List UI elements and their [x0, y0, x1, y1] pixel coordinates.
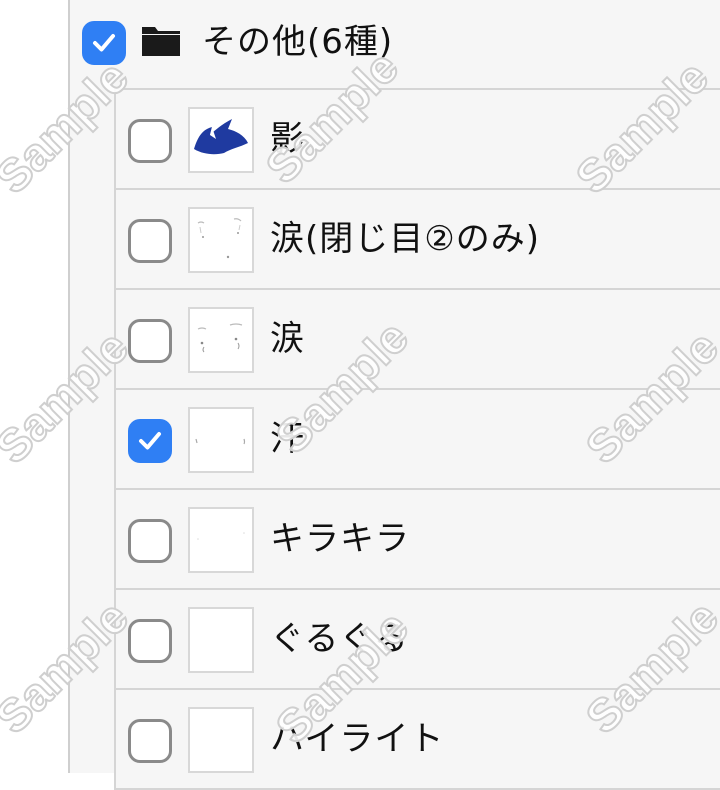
layer-thumbnail-tears — [188, 307, 254, 373]
layer-thumbnail-tears-closed — [188, 207, 254, 273]
layer-label: ぐるぐる — [270, 619, 409, 659]
layer-row-sweat[interactable]: 汗 — [116, 390, 720, 490]
layer-row-shadow[interactable]: 影 — [116, 90, 720, 190]
layer-label: ハイライト — [270, 719, 445, 759]
layer-thumbnail-shadow — [188, 107, 254, 173]
layer-row-highlight[interactable]: ハイライト — [116, 690, 720, 790]
layer-thumbnail-highlight — [188, 707, 254, 773]
checkmark-icon — [139, 432, 161, 450]
layer-visibility-checkbox[interactable] — [128, 119, 172, 163]
folder-row-sonota[interactable]: その他(6種) — [70, 0, 720, 88]
layer-visibility-checkbox[interactable] — [128, 619, 172, 663]
layer-visibility-checkbox[interactable] — [128, 719, 172, 763]
layer-visibility-checkbox[interactable] — [128, 419, 172, 463]
layer-visibility-checkbox[interactable] — [128, 519, 172, 563]
layer-list: 影 涙(閉じ目②のみ) 涙 汗 キラキラ ぐるぐる ハイライト — [114, 88, 720, 790]
folder-label: その他(6種) — [202, 22, 394, 62]
layer-row-tears[interactable]: 涙 — [116, 290, 720, 390]
folder-icon — [142, 27, 180, 56]
layer-visibility-checkbox[interactable] — [128, 219, 172, 263]
layer-label: 涙 — [270, 319, 305, 359]
layer-label: 涙(閉じ目②のみ) — [270, 219, 541, 259]
layer-label: 影 — [270, 119, 305, 159]
layer-thumbnail-sparkle — [188, 507, 254, 573]
layer-row-tears-closed[interactable]: 涙(閉じ目②のみ) — [116, 190, 720, 290]
layer-row-swirl[interactable]: ぐるぐる — [116, 590, 720, 690]
layer-visibility-checkbox[interactable] — [128, 319, 172, 363]
layer-row-sparkle[interactable]: キラキラ — [116, 490, 720, 590]
checkmark-icon — [93, 34, 115, 52]
layer-label: 汗 — [270, 419, 305, 459]
layer-thumbnail-swirl — [188, 607, 254, 673]
layer-thumbnail-sweat — [188, 407, 254, 473]
layer-panel: その他(6種) 影 涙(閉じ目②のみ) 涙 汗 キラキラ ぐるぐる ハイライト — [68, 0, 720, 790]
folder-visibility-checkbox[interactable] — [82, 21, 126, 65]
layer-label: キラキラ — [270, 519, 410, 559]
